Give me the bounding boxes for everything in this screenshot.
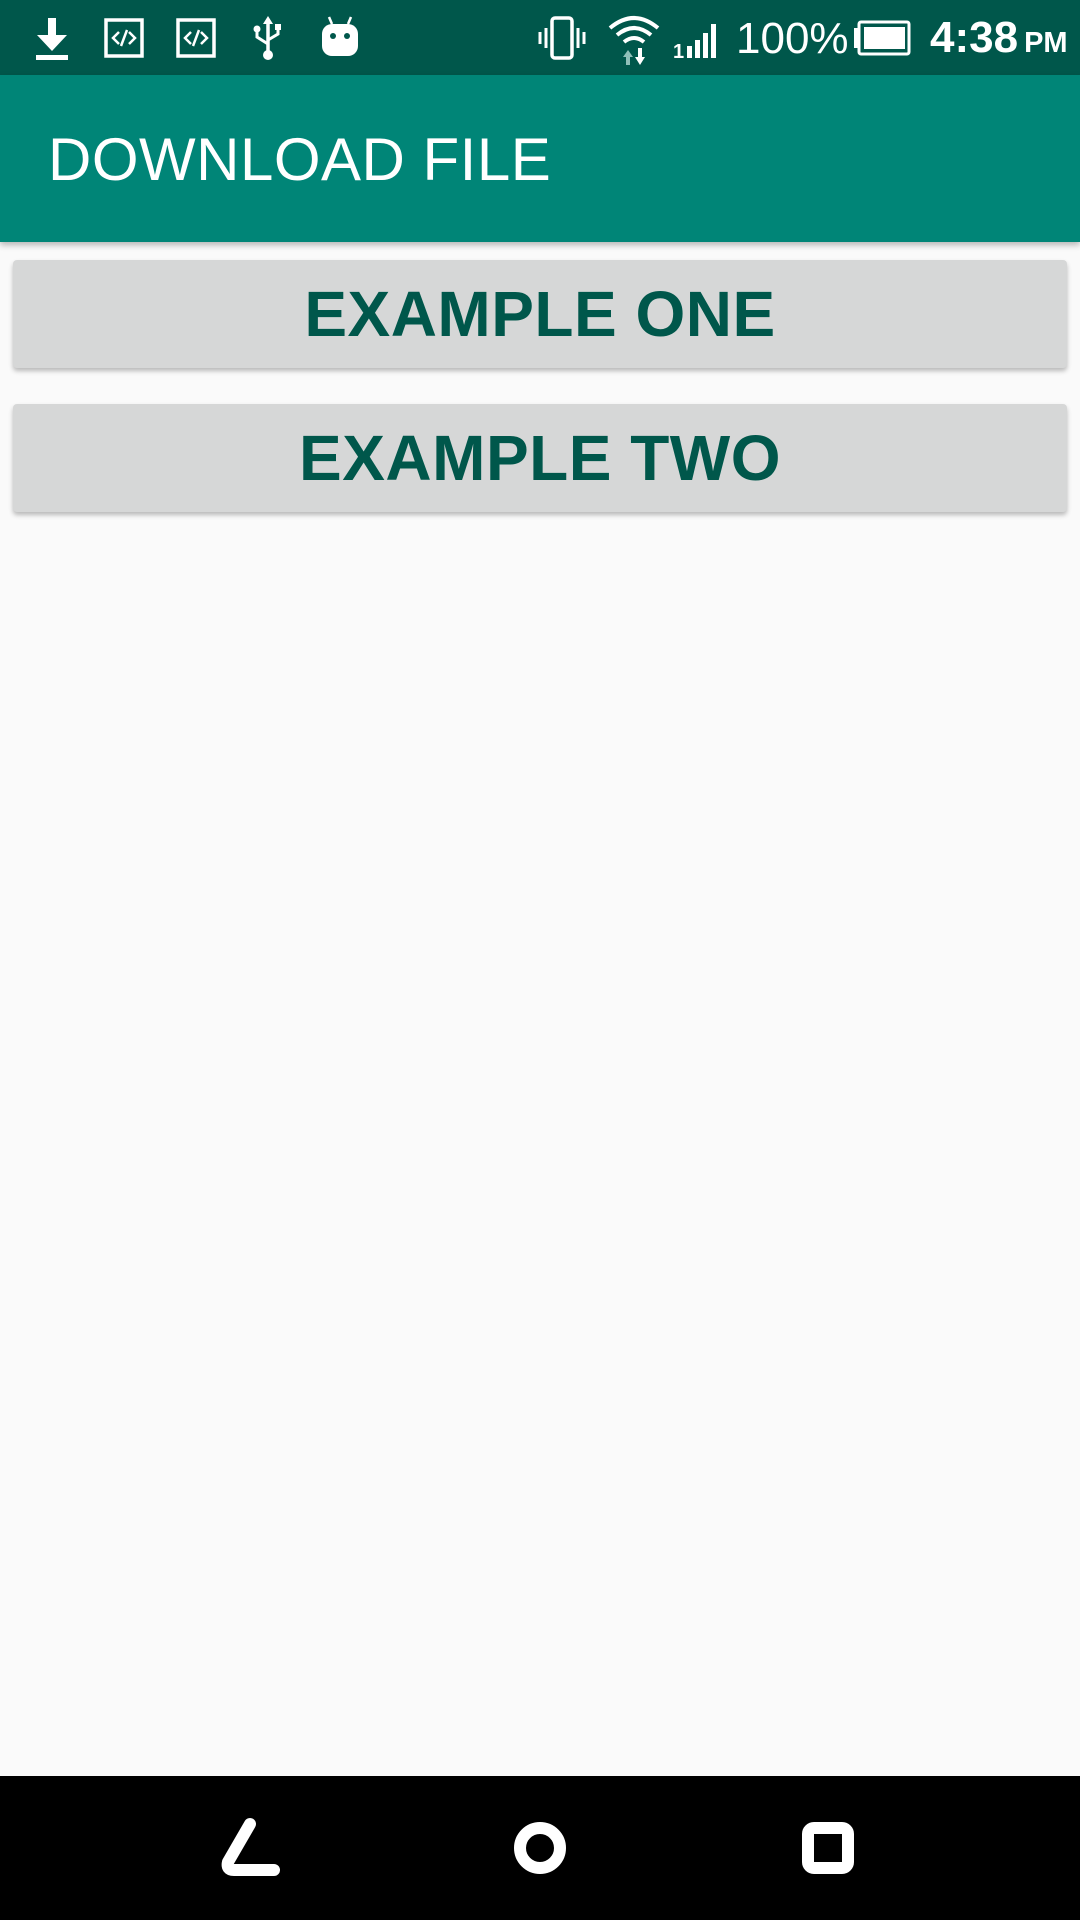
app-bar: DOWNLOAD FILE: [0, 75, 1080, 242]
status-bar: 1 100% 4:38 PM: [0, 0, 1080, 75]
download-icon: [36, 18, 68, 60]
battery-percent: 100%: [736, 14, 849, 63]
status-clock: 4:38 PM: [930, 12, 1068, 69]
back-icon[interactable]: [216, 1812, 288, 1884]
example-one-button[interactable]: EXAMPLE ONE: [13, 260, 1067, 368]
battery-icon: [854, 20, 911, 56]
android-icon: [322, 16, 358, 56]
clock-time: 4:38: [930, 13, 1019, 62]
code-notification-icon: [176, 18, 216, 58]
recents-icon[interactable]: [792, 1812, 864, 1884]
usb-icon: [253, 16, 281, 60]
wifi-icon: [608, 16, 660, 65]
page-title: DOWNLOAD FILE: [48, 126, 552, 193]
clock-ampm: PM: [1024, 27, 1068, 59]
vibrate-icon: [538, 16, 586, 60]
navigation-bar: [0, 1776, 1080, 1920]
signal-label: 1: [673, 41, 684, 62]
signal-icon: 1: [673, 24, 716, 62]
home-icon[interactable]: [504, 1812, 576, 1884]
example-two-button[interactable]: EXAMPLE TWO: [13, 404, 1067, 512]
main-content: EXAMPLE ONE EXAMPLE TWO: [0, 242, 1080, 1776]
code-notification-icon: [104, 18, 144, 58]
